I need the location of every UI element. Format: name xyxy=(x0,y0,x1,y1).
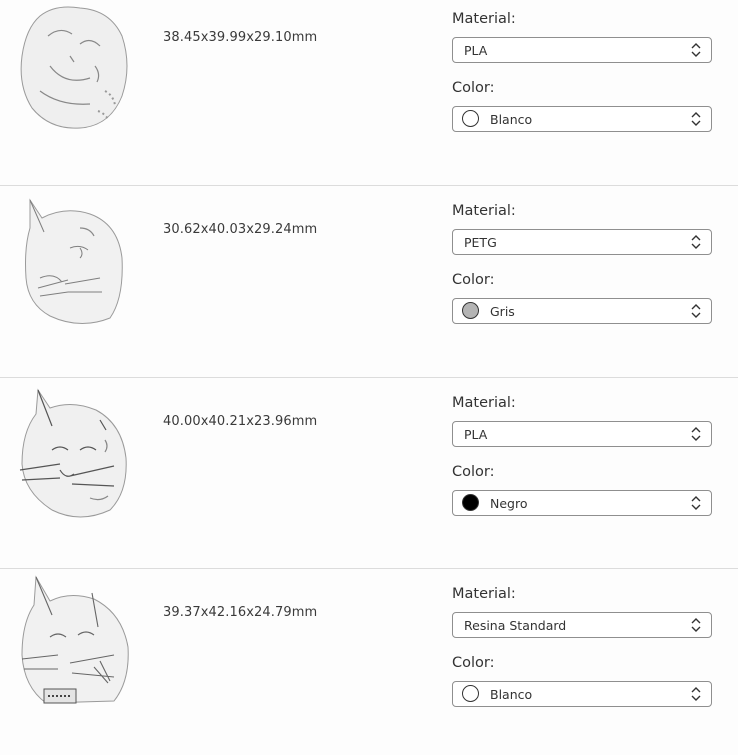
color-swatch xyxy=(462,685,479,702)
model-thumbnail xyxy=(10,380,140,518)
model-thumbnail xyxy=(10,0,140,134)
color-label: Color: xyxy=(452,80,495,96)
color-value: Blanco xyxy=(490,112,533,127)
color-value: Negro xyxy=(490,496,528,511)
model-dimensions: 38.45x39.99x29.10mm xyxy=(163,30,318,45)
color-label: Color: xyxy=(452,464,495,480)
model-dimensions: 30.62x40.03x29.24mm xyxy=(163,222,318,237)
color-swatch xyxy=(462,494,479,511)
model-row: 40.00x40.21x23.96mm Material: PLA Color:… xyxy=(0,377,738,568)
model-row: 30.62x40.03x29.24mm Material: PETG Color… xyxy=(0,185,738,376)
color-select[interactable]: Blanco xyxy=(452,681,712,707)
chevron-up-down-icon xyxy=(690,617,702,633)
material-select[interactable]: PETG xyxy=(452,229,712,255)
material-select[interactable]: PLA xyxy=(452,421,712,447)
material-label: Material: xyxy=(452,203,516,219)
material-value: PETG xyxy=(464,235,497,250)
color-label: Color: xyxy=(452,272,495,288)
chevron-up-down-icon xyxy=(690,42,702,58)
color-value: Gris xyxy=(490,304,515,319)
material-select[interactable]: PLA xyxy=(452,37,712,63)
model-row: 38.45x39.99x29.10mm Material: PLA Color:… xyxy=(0,0,738,185)
color-select[interactable]: Gris xyxy=(452,298,712,324)
chevron-up-down-icon xyxy=(690,111,702,127)
color-swatch xyxy=(462,302,479,319)
color-swatch xyxy=(462,110,479,127)
chevron-up-down-icon xyxy=(690,234,702,250)
model-dimensions: 39.37x42.16x24.79mm xyxy=(163,605,318,620)
color-select[interactable]: Negro xyxy=(452,490,712,516)
chevron-up-down-icon xyxy=(690,303,702,319)
color-select[interactable]: Blanco xyxy=(452,106,712,132)
color-label: Color: xyxy=(452,655,495,671)
chevron-up-down-icon xyxy=(690,686,702,702)
color-value: Blanco xyxy=(490,687,533,702)
material-label: Material: xyxy=(452,11,516,27)
model-row: 39.37x42.16x24.79mm Material: Resina Sta… xyxy=(0,568,738,755)
material-value: PLA xyxy=(464,43,488,58)
chevron-up-down-icon xyxy=(690,495,702,511)
material-label: Material: xyxy=(452,395,516,411)
material-value: Resina Standard xyxy=(464,618,567,633)
model-dimensions: 40.00x40.21x23.96mm xyxy=(163,414,318,429)
model-thumbnail xyxy=(10,571,140,709)
material-label: Material: xyxy=(452,586,516,602)
material-select[interactable]: Resina Standard xyxy=(452,612,712,638)
chevron-up-down-icon xyxy=(690,426,702,442)
material-value: PLA xyxy=(464,427,488,442)
model-thumbnail xyxy=(10,188,140,326)
